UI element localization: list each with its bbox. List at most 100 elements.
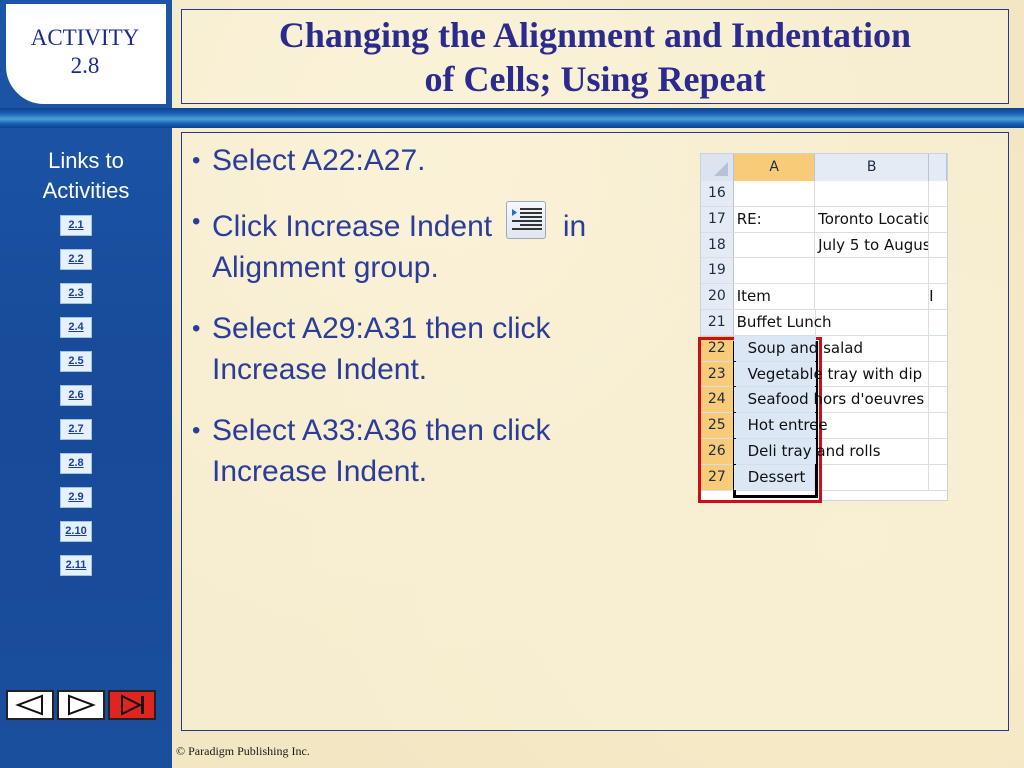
table-row: 20 Item I bbox=[701, 284, 947, 310]
cell-c bbox=[929, 258, 947, 283]
header-divider bbox=[0, 108, 1024, 128]
slide-title: Changing the Alignment and Indentation o… bbox=[279, 13, 911, 101]
activity-label: ACTIVITY bbox=[30, 25, 140, 50]
cell-c bbox=[929, 181, 947, 206]
cell-b: July 5 to August bbox=[815, 232, 930, 258]
table-row: 27 Dessert bbox=[701, 464, 947, 491]
activity-links: 2.1 2.2 2.3 2.4 2.5 2.6 2.7 2.8 2.9 2.10… bbox=[60, 215, 94, 589]
activity-link-2-1[interactable]: 2.1 bbox=[60, 215, 92, 236]
row-number: 19 bbox=[701, 258, 734, 284]
table-row: 21 Buffet Lunch bbox=[701, 309, 947, 336]
row-number: 24 bbox=[701, 387, 734, 413]
cell-a bbox=[734, 181, 816, 206]
cell-a bbox=[734, 232, 816, 258]
column-header-row: A B bbox=[701, 154, 947, 181]
cell-a: Soup and salad bbox=[733, 335, 863, 361]
activity-link-2-3[interactable]: 2.3 bbox=[60, 283, 92, 304]
table-row: 18 July 5 to August bbox=[701, 232, 947, 259]
links-heading: Links to Activities bbox=[0, 146, 172, 206]
cell-b bbox=[815, 284, 930, 309]
cell-b bbox=[816, 309, 930, 335]
table-row: 23 Vegetable tray with dip bbox=[701, 361, 947, 388]
title-box: Changing the Alignment and Indentation o… bbox=[181, 9, 1009, 104]
activity-link-2-6[interactable]: 2.6 bbox=[60, 385, 92, 406]
activity-link-2-5[interactable]: 2.5 bbox=[60, 351, 92, 372]
sheet-rows: 16 17 RE: Toronto Location 18 July 5 to … bbox=[701, 181, 947, 491]
skip-to-end-icon bbox=[121, 694, 144, 716]
cell-c bbox=[929, 362, 947, 387]
cell-b bbox=[815, 181, 930, 206]
cell-c bbox=[929, 439, 947, 464]
cell-c bbox=[929, 207, 947, 232]
cell-a: Hot entree bbox=[733, 413, 828, 438]
row-number: 23 bbox=[701, 361, 734, 387]
cell-b bbox=[816, 413, 930, 438]
cell-c: I bbox=[929, 287, 934, 306]
triangle-right-icon bbox=[68, 694, 96, 716]
activity-badge: ACTIVITY 2.8 bbox=[6, 4, 166, 104]
cell-a: Seafood hors d'oeuvres bbox=[733, 387, 924, 413]
previous-slide-button[interactable] bbox=[6, 690, 54, 720]
row-number: 27 bbox=[701, 464, 734, 490]
cell-a: Deli tray and rolls bbox=[733, 438, 881, 464]
row-number: 25 bbox=[701, 413, 734, 438]
activity-link-2-9[interactable]: 2.9 bbox=[60, 487, 92, 508]
slide-navigation bbox=[6, 690, 158, 720]
bullet-4: Select A33:A36 then click Increase Inden… bbox=[190, 410, 610, 492]
table-row: 22 Soup and salad bbox=[701, 335, 947, 362]
cell-c bbox=[929, 465, 947, 490]
table-row: 25 Hot entree bbox=[701, 413, 947, 439]
bullet-3: Select A29:A31 then click Increase Inden… bbox=[190, 308, 610, 390]
activity-link-2-10[interactable]: 2.10 bbox=[60, 521, 92, 542]
row-number: 21 bbox=[701, 309, 734, 335]
spreadsheet-image: A B 16 17 RE: Toronto Location 18 July 5… bbox=[700, 153, 948, 501]
activity-number: 2.8 bbox=[70, 53, 100, 78]
increase-indent-icon bbox=[506, 201, 547, 239]
cell-a: Vegetable tray with dip bbox=[733, 361, 922, 387]
cell-c bbox=[929, 336, 947, 361]
cell-c bbox=[929, 233, 947, 258]
instruction-list: Select A22:A27. Click Increase Indent in… bbox=[190, 140, 690, 512]
select-all-corner bbox=[701, 154, 734, 181]
bullet-2-text-start: Click Increase Indent bbox=[212, 210, 493, 243]
bullet-2-line-2: Alignment group. bbox=[212, 251, 439, 284]
column-header-c bbox=[929, 154, 947, 181]
cell-a: Dessert bbox=[733, 464, 816, 490]
activity-link-2-8[interactable]: 2.8 bbox=[60, 453, 92, 474]
column-header-a: A bbox=[734, 154, 816, 181]
table-row: 19 bbox=[701, 258, 947, 285]
row-number: 16 bbox=[701, 181, 734, 206]
cell-a bbox=[734, 258, 816, 284]
bullet-2: Click Increase Indent in Alignment group… bbox=[190, 201, 690, 288]
end-show-button[interactable] bbox=[108, 690, 156, 720]
cell-b bbox=[815, 258, 930, 284]
table-row: 17 RE: Toronto Location bbox=[701, 206, 947, 233]
table-row: 26 Deli tray and rolls bbox=[701, 438, 947, 465]
column-header-b: B bbox=[815, 154, 930, 181]
triangle-left-icon bbox=[15, 694, 43, 716]
cell-b: Toronto Location bbox=[815, 206, 930, 232]
links-heading-line-2: Activities bbox=[42, 178, 130, 203]
row-number: 17 bbox=[701, 206, 734, 232]
activity-link-2-2[interactable]: 2.2 bbox=[60, 249, 92, 270]
next-slide-button[interactable] bbox=[57, 690, 105, 720]
activity-link-2-7[interactable]: 2.7 bbox=[60, 419, 92, 440]
title-line-1: Changing the Alignment and Indentation bbox=[278, 14, 912, 55]
activity-link-2-11[interactable]: 2.11 bbox=[60, 555, 92, 576]
bullet-1: Select A22:A27. bbox=[190, 140, 690, 181]
table-row: 24 Seafood hors d'oeuvres bbox=[701, 387, 947, 414]
bullet-2-text-end: in bbox=[562, 210, 587, 243]
cell-a: Item bbox=[734, 284, 816, 309]
cell-a: Buffet Lunch bbox=[734, 309, 831, 335]
row-number: 20 bbox=[701, 284, 734, 309]
cell-c bbox=[929, 387, 947, 412]
copyright-footer: © Paradigm Publishing Inc. bbox=[176, 744, 310, 758]
activity-link-2-4[interactable]: 2.4 bbox=[60, 317, 92, 338]
title-line-2: of Cells; Using Repeat bbox=[424, 58, 766, 99]
links-heading-line-1: Links to bbox=[48, 148, 124, 173]
cell-c bbox=[929, 413, 947, 438]
cell-b bbox=[815, 464, 930, 490]
cell-c bbox=[929, 310, 947, 335]
cell-a: RE: bbox=[734, 206, 816, 232]
row-number: 22 bbox=[701, 335, 734, 361]
